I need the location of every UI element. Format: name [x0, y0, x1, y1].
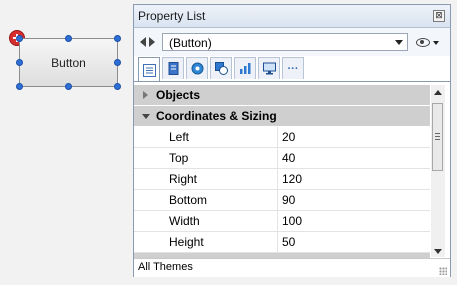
close-icon[interactable]: ⊠ [433, 10, 445, 22]
monitor-icon [262, 62, 276, 75]
object-selector-value: (Button) [169, 36, 212, 50]
property-grid: Objects Coordinates & Sizing Left 20 Top… [134, 85, 430, 264]
panel-footer: All Themes [134, 258, 450, 277]
eye-icon[interactable] [416, 38, 430, 47]
tab-shapes[interactable] [210, 57, 232, 79]
resize-handle-n[interactable] [65, 35, 72, 42]
tab-display[interactable] [258, 57, 280, 79]
document-icon [168, 62, 178, 75]
section-objects-label: Objects [156, 88, 201, 102]
property-value[interactable]: 90 [278, 190, 295, 210]
property-row-right[interactable]: Right 120 [134, 169, 430, 190]
property-row-bottom[interactable]: Bottom 90 [134, 190, 430, 211]
property-name: Top [134, 148, 278, 168]
property-row-top[interactable]: Top 40 [134, 148, 430, 169]
property-value[interactable]: 50 [278, 232, 295, 252]
property-value[interactable]: 120 [278, 169, 302, 189]
grip-line [435, 139, 440, 140]
property-value[interactable]: 20 [278, 127, 295, 147]
resize-handle-s[interactable] [65, 83, 72, 90]
tab-more[interactable]: ··· [282, 57, 304, 79]
scrollbar-thumb[interactable] [432, 103, 443, 171]
property-row-height[interactable]: Height 50 [134, 232, 430, 253]
view-options-chevron-icon[interactable] [433, 41, 439, 45]
selected-button-widget[interactable]: Button [16, 35, 121, 90]
property-list-panel: Property List ⊠ (Button) ··· Objects Coo… [133, 4, 451, 277]
resize-handle-sw[interactable] [16, 83, 23, 90]
resize-handle-ne[interactable] [114, 35, 121, 42]
back-arrow-icon[interactable] [140, 37, 146, 47]
section-coordinates-label: Coordinates & Sizing [156, 109, 277, 123]
property-name: Left [134, 127, 278, 147]
property-row-left[interactable]: Left 20 [134, 127, 430, 148]
chevron-down-icon[interactable] [395, 40, 403, 45]
expand-arrow-icon[interactable] [143, 91, 148, 99]
property-value[interactable]: 40 [278, 148, 295, 168]
design-canvas[interactable]: Button [0, 0, 132, 285]
vertical-scrollbar[interactable] [431, 85, 445, 257]
shapes-icon [214, 62, 228, 75]
panel-titlebar[interactable]: Property List ⊠ [134, 5, 450, 28]
section-coordinates[interactable]: Coordinates & Sizing [134, 106, 430, 127]
panel-title: Property List [138, 9, 206, 23]
tab-divider [134, 81, 450, 82]
grip-line [435, 133, 440, 134]
property-name: Right [134, 169, 278, 189]
section-objects[interactable]: Objects [134, 85, 430, 106]
resize-handle-w[interactable] [16, 59, 23, 66]
panel-toolbar: (Button) [134, 28, 450, 56]
more-icon: ··· [287, 62, 299, 75]
grip-line [435, 136, 440, 137]
property-name: Height [134, 232, 278, 252]
scroll-down-arrow-icon[interactable] [434, 249, 442, 254]
property-name: Bottom [134, 190, 278, 210]
theme-scope-label[interactable]: All Themes [138, 261, 193, 273]
button-widget[interactable]: Button [19, 38, 118, 87]
resize-handle-e[interactable] [114, 59, 121, 66]
tab-appearance[interactable] [186, 57, 208, 79]
tab-properties[interactable] [138, 57, 160, 82]
properties-list-icon [142, 63, 156, 77]
forward-arrow-icon[interactable] [149, 37, 155, 47]
property-name: Width [134, 211, 278, 231]
resize-grip-icon[interactable] [439, 267, 447, 275]
tab-chart[interactable] [234, 57, 256, 79]
resize-handle-nw[interactable] [16, 35, 23, 42]
object-selector-dropdown[interactable]: (Button) [162, 33, 408, 51]
property-tabs: ··· [138, 57, 306, 82]
palette-icon [191, 62, 203, 75]
scroll-up-arrow-icon[interactable] [434, 90, 442, 95]
chart-icon [239, 63, 250, 74]
tab-document[interactable] [162, 57, 184, 79]
collapse-arrow-icon[interactable] [142, 114, 150, 119]
property-row-width[interactable]: Width 100 [134, 211, 430, 232]
resize-handle-se[interactable] [114, 83, 121, 90]
property-value[interactable]: 100 [278, 211, 302, 231]
